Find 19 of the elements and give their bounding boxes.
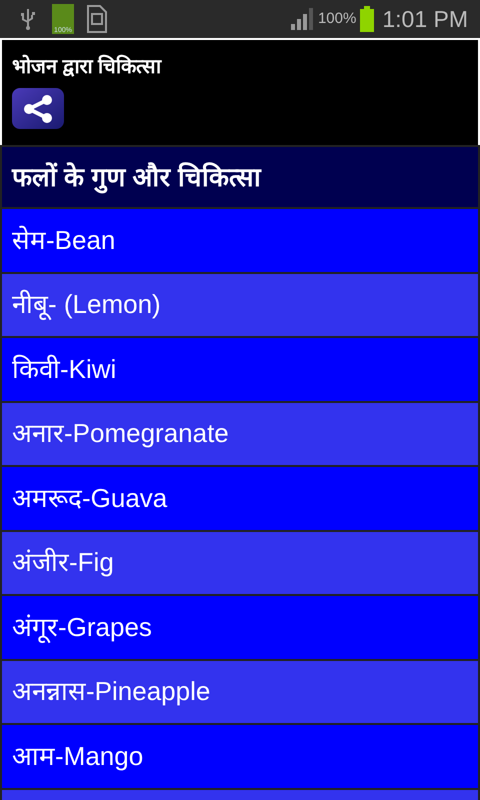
list-item[interactable]: नीबू- (Lemon) [0, 274, 480, 338]
list-item[interactable]: किवी-Kiwi [0, 338, 480, 402]
list-item[interactable]: अंजीर-Fig [0, 532, 480, 596]
battery-percent: 100% [318, 8, 356, 29]
section-heading: फलों के गुण और चिकित्सा [0, 147, 480, 209]
usb-icon [20, 7, 36, 31]
list-item[interactable]: आम-Mango [0, 725, 480, 790]
share-button[interactable] [12, 88, 64, 129]
list-item[interactable]: अनन्नास-Pineapple [0, 660, 480, 725]
signal-icon [290, 8, 314, 30]
sim-card-icon [86, 5, 108, 33]
clock: 1:01 PM [382, 4, 468, 34]
list-item[interactable]: अंगूर-Grapes [0, 596, 480, 660]
list-item[interactable]: अमरूद-Guava [0, 467, 480, 532]
app-title: भोजन द्वारा चिकित्सा [12, 54, 163, 80]
battery-icon [360, 6, 374, 32]
list-item[interactable]: सेम-Bean [0, 209, 480, 274]
share-icon [22, 94, 54, 122]
list-item[interactable]: अनार-Pomegranate [0, 402, 480, 467]
